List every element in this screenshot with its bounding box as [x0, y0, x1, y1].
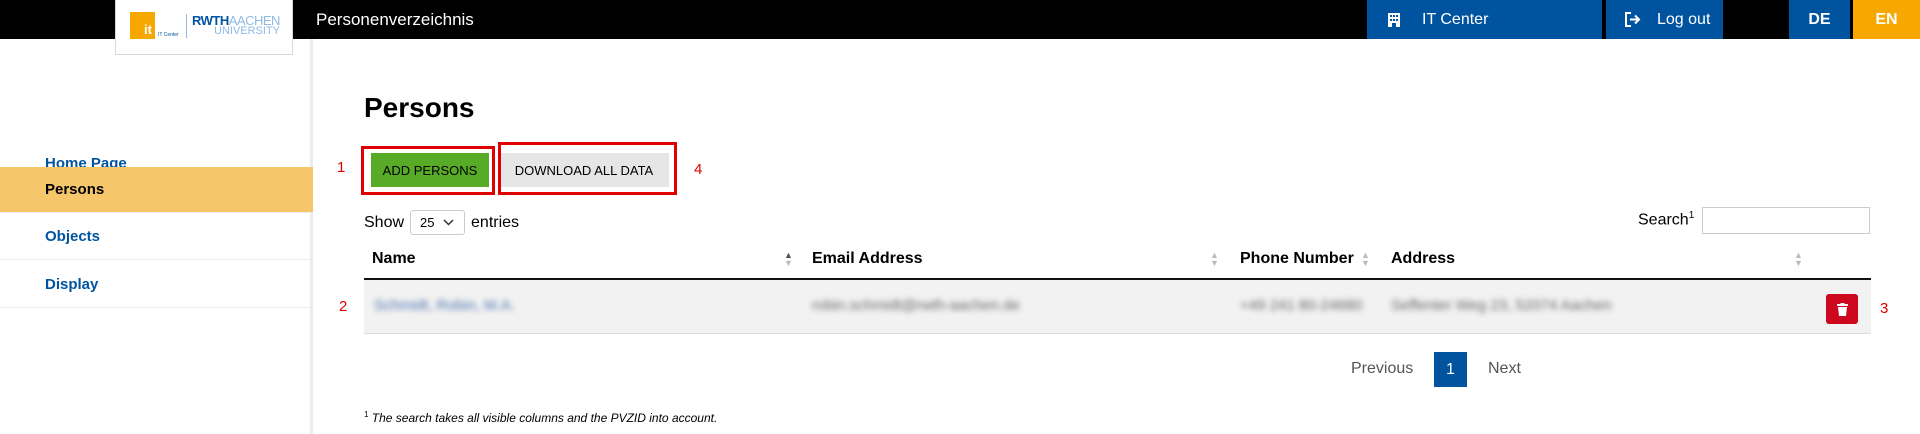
pagination-previous[interactable]: Previous — [1351, 360, 1413, 378]
it-center-logo-mark: it — [130, 12, 155, 39]
annotation-box-1 — [361, 146, 495, 195]
sidebar: Home Page Persons Objects Display — [0, 39, 313, 434]
sort-icon-name: ▲ ▼ — [784, 250, 793, 268]
sort-icon-address: ▲ ▼ — [1794, 250, 1803, 268]
language-de-button[interactable]: DE — [1789, 0, 1850, 39]
table-row — [364, 280, 1871, 334]
person-address: Seffenter Weg 23, 52074 Aachen — [1391, 297, 1612, 314]
trash-icon — [1836, 302, 1848, 316]
show-label: Show — [364, 213, 405, 231]
search-label: Search1 — [1638, 210, 1695, 229]
search-input[interactable] — [1702, 207, 1870, 234]
annotation-marker-4: 4 — [694, 161, 703, 178]
sidebar-item-display[interactable]: Display — [0, 262, 313, 308]
annotation-marker-3: 3 — [1880, 300, 1889, 317]
annotation-marker-2: 2 — [339, 298, 348, 315]
person-name-link[interactable]: Schmidt, Robin, M.A. — [374, 297, 515, 314]
logout-button[interactable]: Log out — [1606, 0, 1723, 39]
entries-label: entries — [471, 213, 520, 231]
it-center-button[interactable]: IT Center — [1367, 0, 1602, 39]
app-title: Personenverzeichnis — [316, 10, 474, 29]
building-icon — [1388, 12, 1400, 27]
column-header-address[interactable]: Address — [1391, 250, 1455, 268]
sidebar-item-persons[interactable]: Persons — [0, 167, 313, 213]
page-length-select[interactable]: 25 — [410, 210, 466, 235]
person-phone: +49 241 80-24680 — [1240, 297, 1363, 314]
pagination-page-current[interactable]: 1 — [1434, 352, 1467, 387]
annotation-marker-1: 1 — [337, 159, 346, 176]
delete-person-button[interactable] — [1826, 294, 1858, 324]
pagination-next[interactable]: Next — [1488, 360, 1521, 378]
page-length-control: Show 25 entries — [364, 210, 519, 235]
university-wordmark: UNIVERSITY — [214, 25, 281, 37]
sort-icon-phone: ▲ ▼ — [1361, 250, 1370, 268]
language-en-button[interactable]: EN — [1853, 0, 1920, 39]
logo-divider — [186, 14, 187, 38]
page-title: Persons — [364, 92, 475, 123]
column-header-name[interactable]: Name — [372, 250, 416, 268]
it-center-label: IT Center — [1422, 10, 1489, 28]
search-footnote: 1 The search takes all visible columns a… — [364, 410, 718, 425]
sign-out-icon — [1624, 12, 1642, 27]
page-length-value: 25 — [420, 215, 435, 230]
column-header-email[interactable]: Email Address — [812, 250, 923, 268]
person-email: robin.schmidt@rwth-aachen.de — [812, 297, 1020, 314]
it-center-logo-text: IT Center — [158, 32, 179, 38]
sidebar-item-objects[interactable]: Objects — [0, 214, 313, 260]
chevron-down-icon — [442, 219, 454, 226]
logout-label: Log out — [1657, 10, 1711, 28]
sort-icon-email: ▲ ▼ — [1210, 250, 1219, 268]
column-header-phone[interactable]: Phone Number — [1240, 250, 1354, 268]
annotation-box-4 — [498, 142, 677, 195]
